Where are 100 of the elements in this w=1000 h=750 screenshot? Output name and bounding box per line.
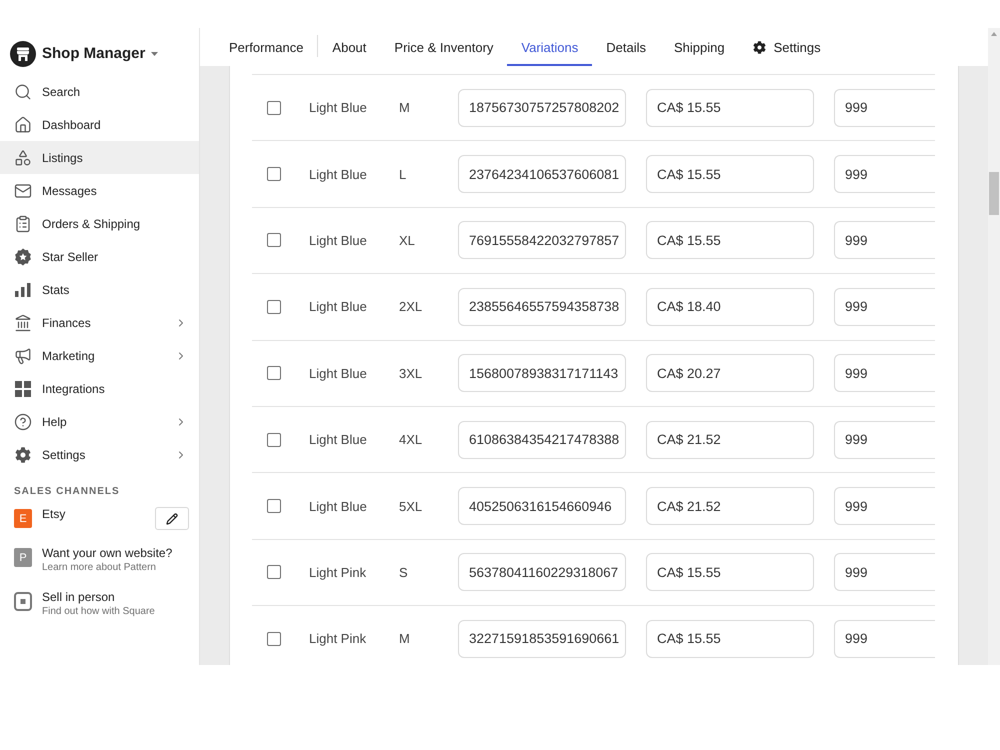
color-option-text: Light Pink bbox=[309, 631, 366, 646]
sku-field[interactable]: 76915558422032797857 bbox=[458, 221, 626, 260]
color-option-text: Light Blue bbox=[309, 100, 367, 116]
tab[interactable]: Variations bbox=[507, 28, 592, 66]
sidebar-item[interactable]: Orders & Shipping bbox=[0, 207, 199, 240]
shop-manager-menu[interactable]: Shop Manager bbox=[10, 40, 158, 66]
sidebar-item[interactable]: Search bbox=[0, 75, 199, 108]
quantity-field[interactable]: 999 bbox=[834, 88, 935, 127]
size-option-text: 5XL bbox=[399, 498, 422, 514]
checkbox[interactable] bbox=[267, 632, 281, 646]
tab[interactable]: Details bbox=[592, 28, 660, 66]
size-option-text: S bbox=[399, 564, 408, 580]
shop-logo-icon bbox=[10, 40, 36, 66]
bank-icon bbox=[14, 314, 32, 332]
grid-icon bbox=[15, 380, 31, 396]
scrollbar-thumb[interactable] bbox=[989, 172, 999, 215]
letter-badge: E bbox=[14, 509, 32, 528]
color-option-text: Light Blue bbox=[309, 232, 367, 248]
settings-icon bbox=[15, 446, 31, 462]
sidebar-item[interactable]: Finances bbox=[0, 306, 199, 339]
size-option-text: 2XL bbox=[399, 299, 422, 314]
sidebar-item[interactable]: Help bbox=[0, 405, 199, 438]
checkbox[interactable] bbox=[267, 432, 281, 447]
size-option-text: M bbox=[399, 100, 410, 116]
house-icon bbox=[14, 116, 32, 134]
checkbox[interactable] bbox=[267, 100, 281, 115]
price-field[interactable]: CA$ 15.55 bbox=[646, 88, 814, 127]
tab[interactable]: Shipping bbox=[660, 28, 739, 66]
size-option-text: 4XL bbox=[399, 432, 422, 448]
checkbox[interactable] bbox=[267, 499, 281, 514]
price-field[interactable]: CA$ 21.52 bbox=[646, 487, 814, 526]
checkbox[interactable] bbox=[267, 233, 281, 248]
quantity-field[interactable]: 999 bbox=[834, 354, 935, 392]
sidebar-item[interactable]: Star Seller bbox=[0, 240, 199, 273]
tab[interactable]: Settings bbox=[738, 28, 835, 66]
color-option-text: Light Blue bbox=[309, 166, 367, 182]
tab[interactable]: Performance bbox=[215, 28, 318, 66]
tab[interactable]: About bbox=[318, 28, 380, 66]
clipboard-icon bbox=[14, 214, 32, 232]
channel-name[interactable]: Sell in person bbox=[42, 590, 155, 604]
quantity-field[interactable]: 999 bbox=[834, 420, 935, 459]
size-option-text: M bbox=[399, 631, 410, 646]
color-option-text: Light Blue bbox=[309, 299, 367, 314]
size-option-text: L bbox=[399, 166, 406, 182]
sku-field[interactable]: 61086384354217478388 bbox=[458, 420, 626, 459]
quantity-field[interactable]: 999 bbox=[834, 221, 935, 260]
price-field[interactable]: CA$ 15.55 bbox=[646, 221, 814, 260]
sku-field[interactable]: 23855646557594358738 bbox=[458, 288, 626, 326]
channel-hint: Find out how with Square bbox=[42, 605, 155, 618]
sku-field[interactable]: 4052506316154660946 bbox=[458, 487, 626, 526]
quantity-field[interactable]: 999 bbox=[834, 288, 935, 326]
sku-field[interactable]: 15680078938317171143 bbox=[458, 354, 626, 392]
sku-field[interactable]: 56378041160229318067 bbox=[458, 553, 626, 592]
size-option-text: XL bbox=[399, 232, 415, 248]
checkbox[interactable] bbox=[267, 300, 281, 314]
scrollbar[interactable] bbox=[988, 28, 1000, 665]
quantity-field[interactable]: 999 bbox=[834, 155, 935, 194]
quantity-field[interactable]: 999 bbox=[834, 487, 935, 526]
sku-field[interactable]: 23764234106537606081 bbox=[458, 155, 626, 194]
settings-icon bbox=[752, 40, 766, 54]
megaphone-icon bbox=[14, 346, 32, 364]
quantity-field[interactable]: 999 bbox=[834, 620, 935, 658]
square-in-square-icon bbox=[14, 592, 32, 611]
search-icon bbox=[14, 82, 32, 100]
sidebar-item[interactable]: Listings bbox=[0, 141, 199, 174]
sidebar-item[interactable]: Marketing bbox=[0, 339, 199, 372]
tab[interactable]: Price & Inventory bbox=[380, 28, 508, 66]
channel-hint: Learn more about Pattern bbox=[42, 561, 157, 574]
price-field[interactable]: CA$ 15.55 bbox=[646, 620, 814, 658]
caret-icon bbox=[151, 52, 158, 56]
star-badge-icon bbox=[14, 248, 32, 266]
sidebar-item[interactable]: Stats bbox=[0, 273, 199, 306]
checkbox[interactable] bbox=[267, 565, 281, 580]
pencil-icon bbox=[166, 512, 178, 524]
price-field[interactable]: CA$ 15.55 bbox=[646, 553, 814, 592]
color-option-text: Light Blue bbox=[309, 432, 367, 448]
sku-field[interactable]: 18756730757257808202 bbox=[458, 88, 626, 127]
sidebar-item[interactable]: Settings bbox=[0, 438, 199, 471]
price-field[interactable]: CA$ 15.55 bbox=[646, 155, 814, 194]
channel-name[interactable]: Want your own website? bbox=[42, 546, 172, 560]
sidebar-item[interactable]: Messages bbox=[0, 174, 199, 207]
shapes-icon bbox=[14, 148, 32, 166]
quantity-field[interactable]: 999 bbox=[834, 553, 935, 592]
sidebar-item[interactable]: Dashboard bbox=[0, 108, 199, 141]
channel-name[interactable]: Etsy bbox=[42, 507, 66, 521]
price-field[interactable]: CA$ 21.52 bbox=[646, 420, 814, 459]
help-icon bbox=[14, 412, 32, 430]
section-title: SALES CHANNELS bbox=[13, 485, 121, 499]
letter-badge: P bbox=[14, 548, 32, 567]
sidebar-item[interactable]: Integrations bbox=[0, 372, 199, 405]
envelope-icon bbox=[14, 182, 32, 200]
price-field[interactable]: CA$ 20.27 bbox=[646, 354, 814, 392]
color-option-text: Light Blue bbox=[309, 498, 367, 514]
checkbox[interactable] bbox=[267, 167, 281, 182]
color-option-text: Light Blue bbox=[309, 366, 367, 381]
price-field[interactable]: CA$ 18.40 bbox=[646, 288, 814, 326]
sku-field[interactable]: 32271591853591690661 bbox=[458, 620, 626, 658]
color-option-text: Light Pink bbox=[309, 564, 366, 580]
checkbox[interactable] bbox=[267, 366, 281, 380]
edit-button[interactable] bbox=[155, 507, 189, 530]
